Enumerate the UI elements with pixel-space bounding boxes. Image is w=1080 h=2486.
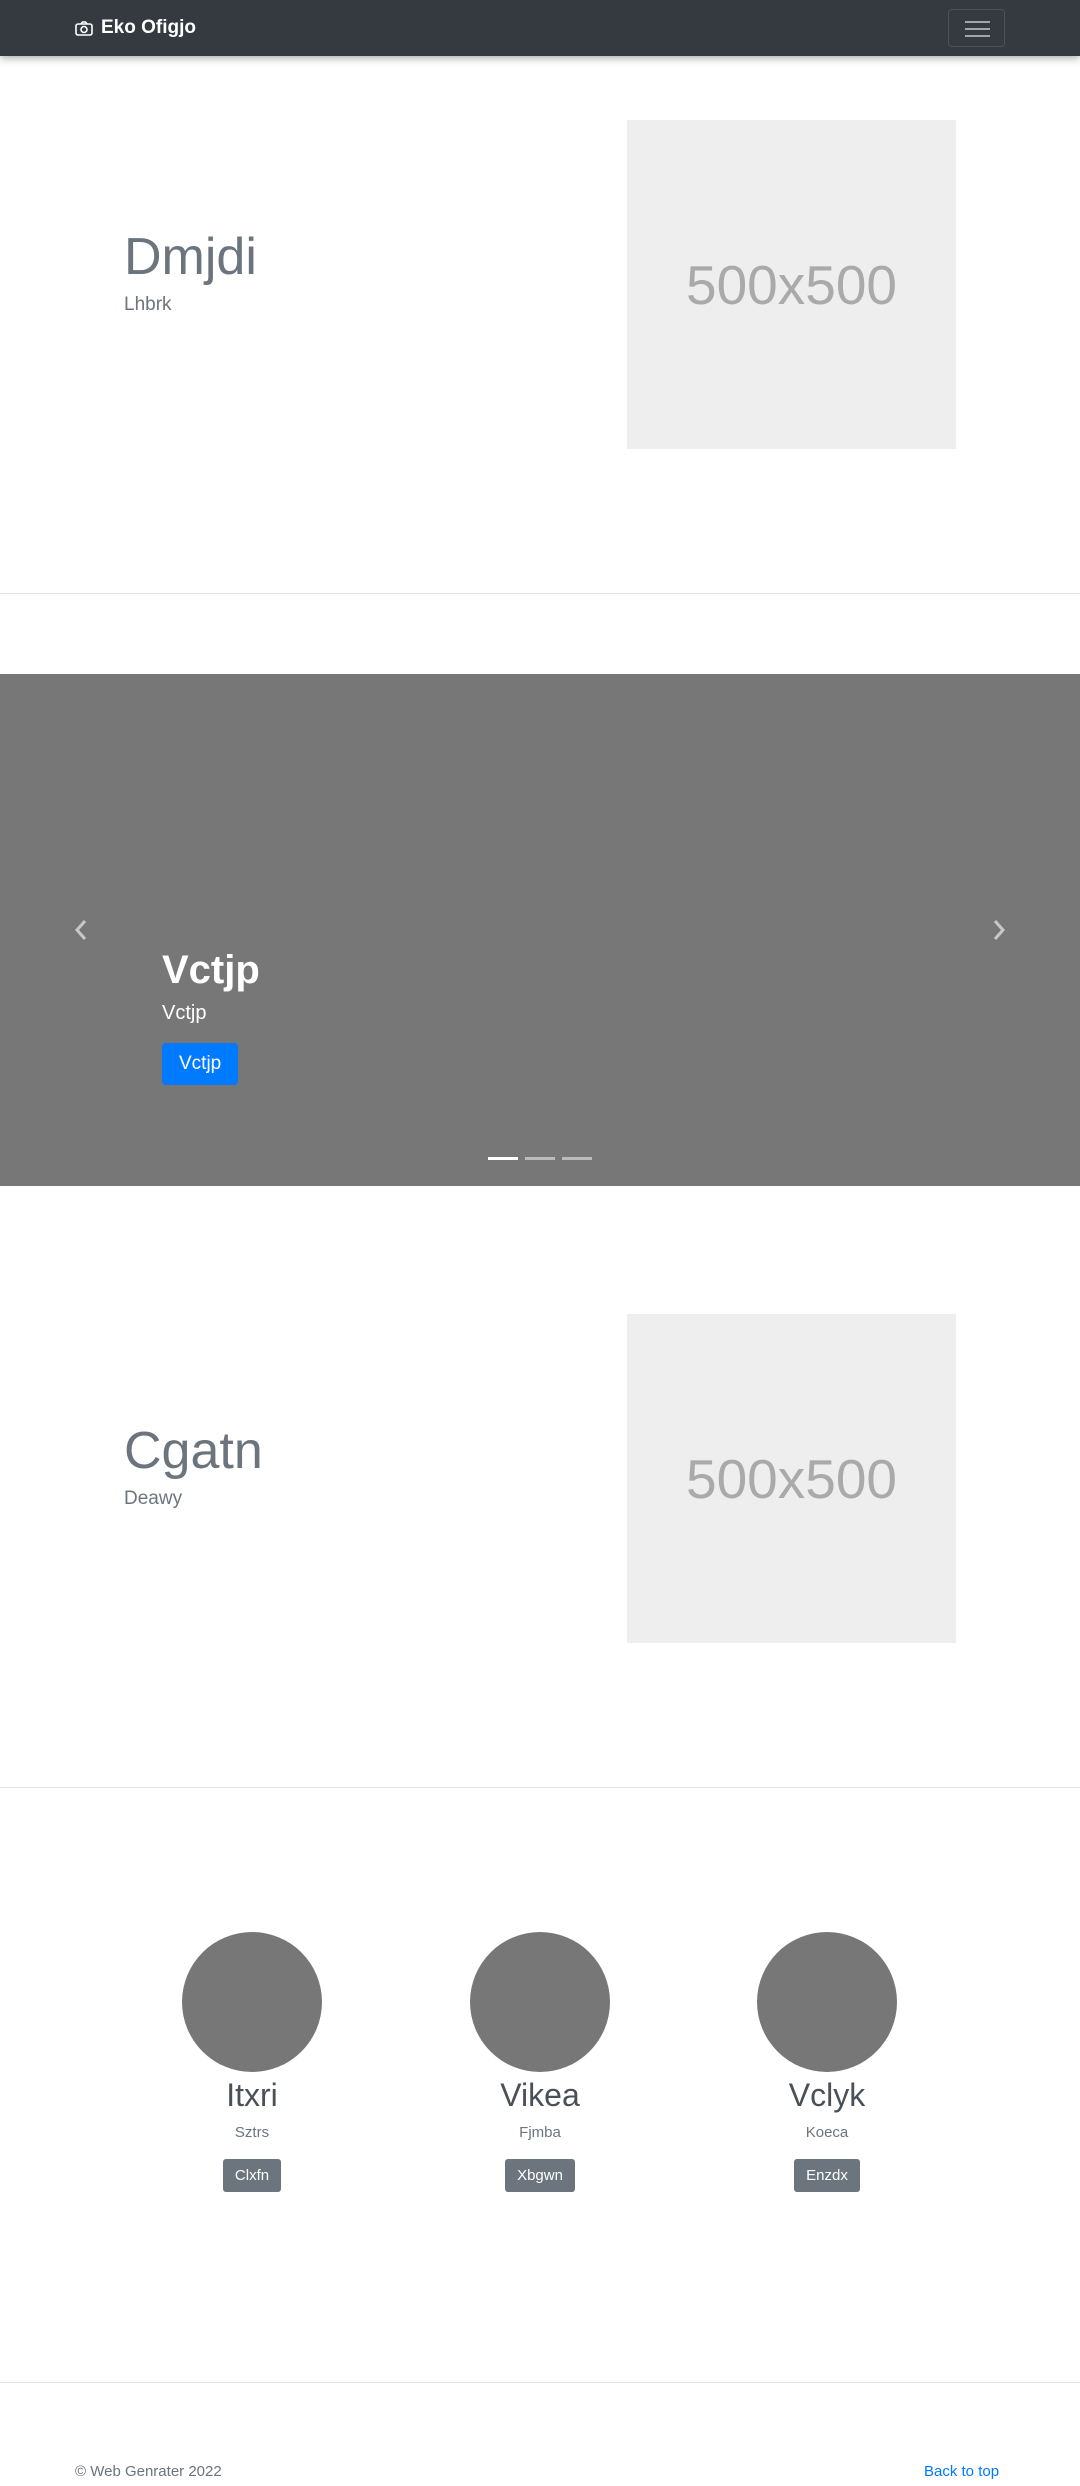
person-name: Vclyk [788, 2077, 866, 2113]
carousel-title: Vctjp [162, 948, 260, 992]
carousel-indicators [488, 1157, 592, 1160]
section-divider [0, 2382, 1080, 2383]
carousel-subtitle: Vctjp [162, 1002, 207, 1024]
navbar-toggler-button[interactable] [948, 9, 1005, 47]
person-subtitle: Koeca [805, 2124, 849, 2142]
chevron-left-icon [74, 920, 87, 940]
avatar [182, 1932, 322, 2072]
brand-name: Eko Ofigjo [101, 17, 196, 38]
person-subtitle: Fjmba [519, 2124, 561, 2142]
chevron-right-icon [993, 920, 1006, 940]
carousel-indicator[interactable] [488, 1157, 518, 1160]
carousel-caption: Vctjp Vctjp Vctjp [162, 946, 260, 1085]
carousel-indicator[interactable] [562, 1157, 592, 1160]
feature-title: Dmjdi [124, 228, 257, 286]
carousel-cta-button[interactable]: Vctjp [162, 1043, 239, 1085]
person-card: Vikea Fjmba Xbgwn [460, 1932, 620, 2193]
footer-copyright: © Web Genrater 2022 [75, 2463, 222, 2480]
feature-title: Cgatn [124, 1422, 263, 1480]
placeholder-label: 500x500 [685, 1447, 898, 1510]
person-card: Vclyk Koeca Enzdx [747, 1932, 907, 2193]
person-name: Itxri [226, 2077, 278, 2113]
camera-icon [75, 20, 93, 36]
carousel-indicator[interactable] [525, 1157, 555, 1160]
section-divider [0, 1787, 1080, 1788]
feature-image-placeholder: 500x500 [627, 120, 956, 449]
person-button[interactable]: Xbgwn [505, 2159, 575, 2193]
person-button[interactable]: Clxfn [222, 2159, 282, 2193]
person-card: Itxri Sztrs Clxfn [172, 1932, 332, 2193]
carousel: Vctjp Vctjp Vctjp [0, 674, 1080, 1186]
avatar [757, 1932, 897, 2072]
avatar [470, 1932, 610, 2072]
hamburger-icon [965, 21, 990, 23]
back-to-top-link[interactable]: Back to top [924, 2463, 999, 2480]
person-name: Vikea [500, 2077, 580, 2113]
navbar: Eko Ofigjo [0, 0, 1080, 56]
navbar-brand[interactable]: Eko Ofigjo [75, 0, 196, 56]
carousel-prev-button[interactable] [0, 674, 162, 1186]
placeholder-label: 500x500 [685, 253, 898, 316]
feature-image-placeholder: 500x500 [627, 1314, 956, 1643]
feature-subtitle: Deawy [124, 1488, 183, 1509]
section-divider [0, 593, 1080, 594]
person-button[interactable]: Enzdx [794, 2159, 860, 2193]
person-subtitle: Sztrs [234, 2124, 270, 2142]
carousel-next-button[interactable] [918, 674, 1080, 1186]
feature-subtitle: Lhbrk [124, 294, 172, 315]
